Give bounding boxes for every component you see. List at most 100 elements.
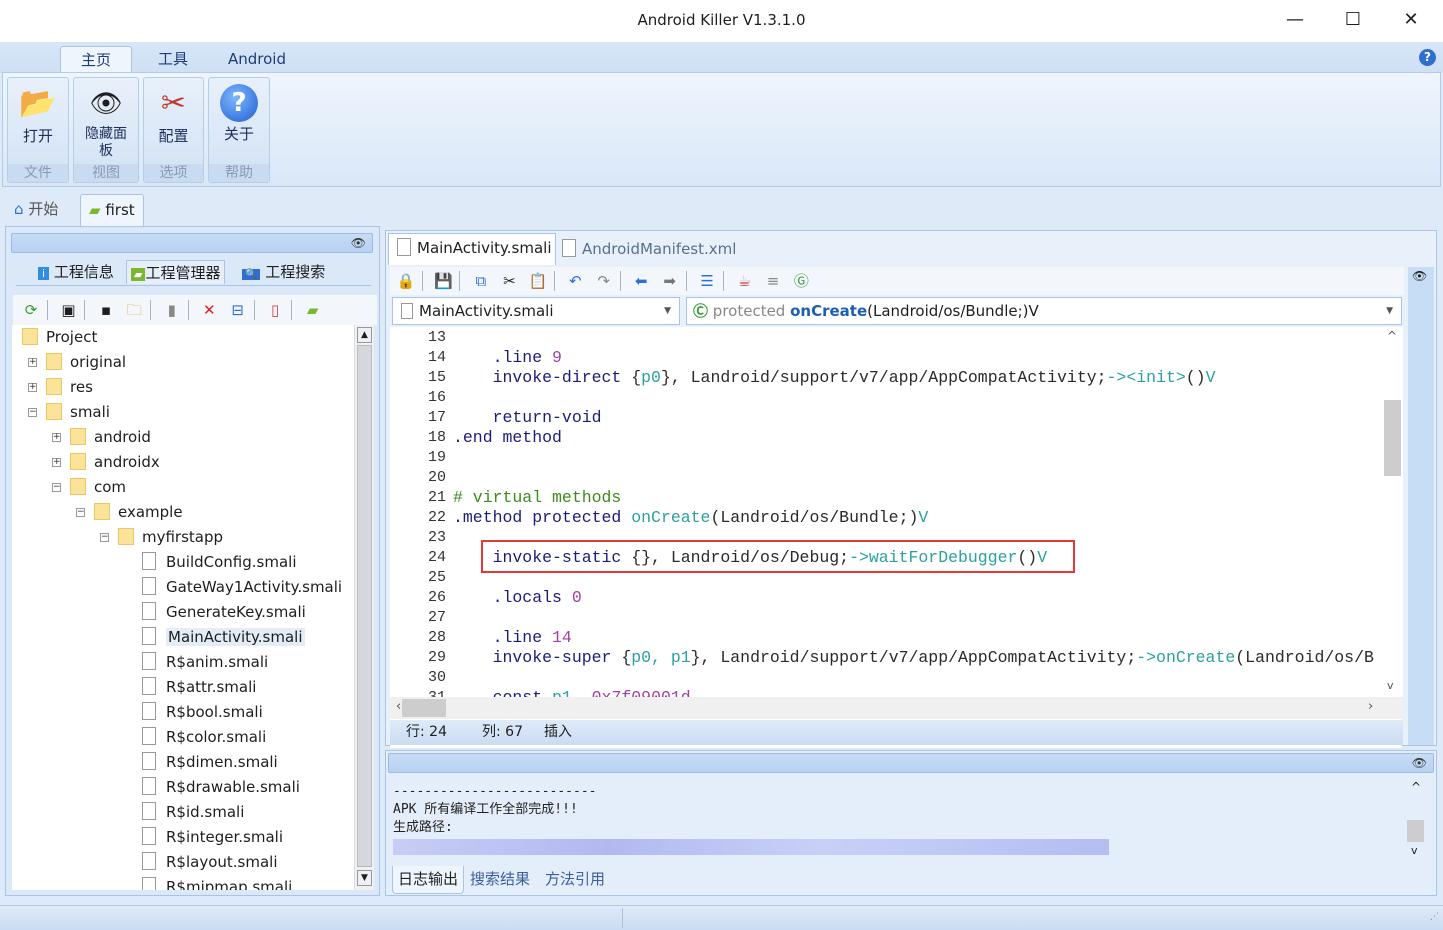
ribbon-tab-home[interactable]: 主页 [60, 46, 132, 74]
tree-item[interactable]: R$color.smali [142, 725, 266, 750]
tree-item[interactable]: GenerateKey.smali [142, 600, 306, 625]
forward-icon[interactable]: ➡ [658, 270, 682, 292]
document-icon[interactable]: ▯ [263, 299, 287, 321]
line-number: 14 [427, 349, 446, 366]
expander-icon[interactable]: − [100, 533, 109, 542]
method-select[interactable]: Ⓒ protected onCreate(Landroid/os/Bundle;… [686, 297, 1402, 325]
code-hscrollbar[interactable]: ‹ › [390, 697, 1403, 719]
goto-icon[interactable]: Ⓖ [789, 270, 813, 292]
config-button[interactable]: 配置 [144, 128, 203, 145]
tree-item[interactable]: R$integer.smali [142, 825, 283, 850]
expander-icon[interactable]: − [28, 408, 37, 417]
tree-item[interactable]: R$id.smali [142, 800, 244, 825]
close-button[interactable]: ✕ [1382, 0, 1440, 40]
delete-icon[interactable]: ✕ [197, 299, 221, 321]
tree-item-label: MainActivity.smali [166, 628, 305, 646]
tree-item[interactable]: + res [28, 375, 93, 400]
redo-icon[interactable]: ↷ [592, 270, 616, 292]
code-vscrollbar[interactable]: ^ v [1383, 327, 1403, 697]
tree-item[interactable]: BuildConfig.smali [142, 550, 297, 575]
ribbon-tab-android[interactable]: Android [210, 46, 304, 74]
expander-icon[interactable]: + [28, 383, 37, 392]
tab-search-results[interactable]: 搜索结果 [470, 868, 530, 890]
eye-icon[interactable]: 👁 [1412, 269, 1427, 283]
expander-icon[interactable]: + [52, 433, 61, 442]
code-token: , [572, 688, 592, 697]
doc-tab-start[interactable]: ⌂ 开始 [6, 194, 66, 226]
editor-tab-manifest[interactable]: AndroidManifest.xml [562, 235, 736, 265]
java-icon[interactable]: ☕ [733, 270, 757, 292]
tree-item[interactable]: − com [52, 475, 126, 500]
tree-item[interactable]: + original [28, 350, 126, 375]
col-indicator: 列: 67 [482, 724, 523, 740]
folder-search-icon[interactable]: 🗀 [122, 299, 146, 321]
maximize-button[interactable]: ☐ [1324, 0, 1382, 40]
expander-icon[interactable]: + [52, 458, 61, 467]
tree-item[interactable]: − smali [28, 400, 110, 425]
tree-scrollbar[interactable]: ▲ ▼ [354, 325, 374, 890]
rename-icon[interactable]: ⊟ [226, 299, 250, 321]
tree-item[interactable]: R$layout.smali [142, 850, 278, 875]
tree-item[interactable]: − myfirstapp [100, 525, 223, 550]
cut-icon[interactable]: ✂ [497, 270, 521, 292]
eye-icon[interactable]: 👁 [1412, 756, 1427, 770]
tree-item[interactable]: GateWay1Activity.smali [142, 575, 342, 600]
file-icon [142, 627, 156, 645]
book-icon[interactable]: ▮ [160, 299, 184, 321]
ribbon-group-options[interactable]: ✂ 配置 选项 [143, 77, 204, 183]
export-icon[interactable]: ▣ [56, 299, 80, 321]
eye-icon[interactable]: 👁 [351, 236, 366, 250]
open-button[interactable]: 打开 [8, 128, 68, 145]
resize-grip-icon[interactable]: ⋰ [1430, 912, 1439, 922]
tree-item[interactable]: R$attr.smali [142, 675, 256, 700]
lock-icon[interactable]: 🔒 [394, 270, 418, 292]
file-select[interactable]: MainActivity.smali ▼ [392, 297, 680, 325]
android-icon[interactable]: ▰ [301, 299, 325, 321]
code-token: .method protected [453, 508, 632, 527]
code-editor[interactable]: 13 14 .line 9 15 invoke-direct {p0}, Landr… [390, 327, 1383, 697]
doc-tab-first[interactable]: ▰ first [80, 194, 144, 226]
editor-tab-mainactivity[interactable]: MainActivity.smali [388, 233, 556, 265]
tree-item[interactable]: + android [52, 425, 151, 450]
copy-icon[interactable]: ⧉ [469, 270, 493, 292]
tree-item[interactable]: R$dimen.smali [142, 750, 278, 775]
tree-item[interactable]: R$anim.smali [142, 650, 268, 675]
refresh-icon[interactable]: ⟳ [19, 299, 43, 321]
ribbon-tab-tools[interactable]: 工具 [140, 46, 206, 74]
log-scrollbar[interactable]: ^ v [1405, 778, 1427, 862]
tree-item[interactable]: Project [22, 325, 97, 350]
undo-icon[interactable]: ↶ [563, 270, 587, 292]
tree-item[interactable]: R$bool.smali [142, 700, 263, 725]
expander-icon[interactable]: + [28, 358, 37, 367]
tree-item[interactable]: R$drawable.smali [142, 775, 300, 800]
window-icon[interactable]: ▪ [94, 299, 118, 321]
ribbon-group-file[interactable]: 📂 打开 文件 [7, 77, 69, 183]
file-icon [142, 827, 156, 845]
tree-item[interactable]: + androidx [52, 450, 160, 475]
tab-method-refs[interactable]: 方法引用 [545, 868, 605, 890]
save-icon[interactable]: 💾 [431, 270, 455, 292]
paste-icon[interactable]: 📋 [526, 270, 550, 292]
code-token: () [1185, 368, 1206, 387]
back-icon[interactable]: ⬅ [629, 270, 653, 292]
minimize-button[interactable]: — [1266, 0, 1324, 40]
tab-project-info[interactable]: i 工程信息 [34, 260, 118, 284]
tab-project-search[interactable]: 🔍 工程搜索 [238, 260, 329, 284]
hide-panel-button[interactable]: 隐藏面板 [81, 126, 131, 160]
format-icon[interactable]: ☰ [695, 270, 719, 292]
help-icon[interactable]: ? [1419, 49, 1436, 66]
about-button[interactable]: 关于 [209, 126, 269, 143]
tree-item[interactable]: − example [76, 500, 183, 525]
expander-icon[interactable]: − [52, 483, 61, 492]
code-token: invoke-direct [453, 368, 632, 387]
tree-item[interactable]: MainActivity.smali [142, 625, 305, 650]
ribbon-group-view[interactable]: 👁 隐藏面板 视图 [73, 77, 139, 183]
tab-project-manager[interactable]: ▰ 工程管理器 [126, 260, 226, 284]
tab-log-output[interactable]: 日志输出 [392, 866, 465, 894]
tree-item[interactable]: R$mipmap.smali [142, 875, 292, 890]
eye-icon: 👁 [89, 89, 123, 119]
expander-icon[interactable]: − [76, 508, 85, 517]
list-icon[interactable]: ≡ [761, 270, 785, 292]
ribbon-group-help[interactable]: ? 关于 帮助 [208, 77, 270, 183]
tree-toolbar: ⟳ ▣ ▪ 🗀 ▮ ✕ ⊟ ▯ ▰ [13, 295, 377, 325]
